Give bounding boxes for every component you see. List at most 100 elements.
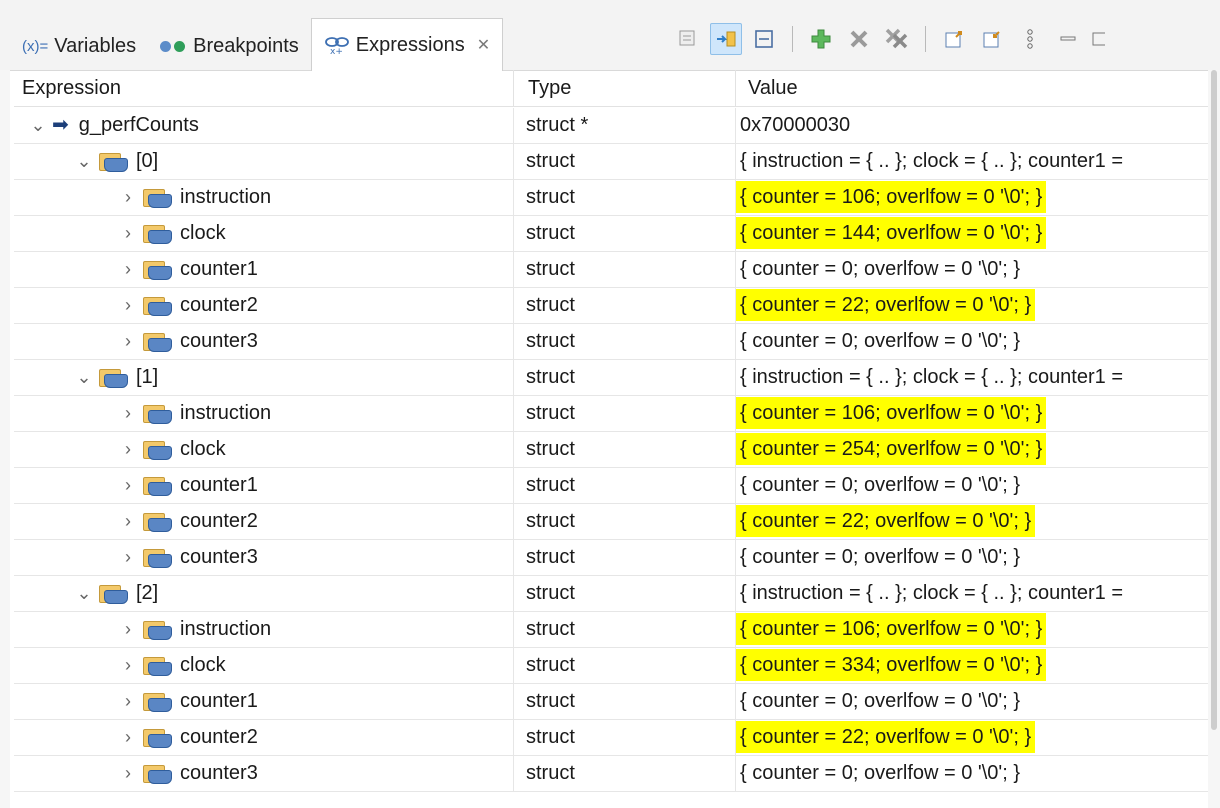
maximize-icon[interactable] (1090, 23, 1106, 55)
tab-breakpoints[interactable]: Breakpoints (148, 22, 311, 70)
type-cell: struct (514, 432, 736, 467)
import-icon[interactable] (976, 23, 1008, 55)
table-row[interactable]: ⌄ [0] struct{ instruction = { .. }; clock … (14, 144, 1210, 180)
chevron-right-icon[interactable]: › (118, 288, 138, 323)
table-row[interactable]: › instruction struct{ counter = 106; overl… (14, 180, 1210, 216)
type-cell: struct (514, 720, 736, 755)
table-row[interactable]: › counter2 struct{ counter = 22; overlfow … (14, 720, 1210, 756)
scrollbar-thumb[interactable] (1211, 70, 1217, 730)
expression-name: instruction (180, 186, 272, 208)
table-row[interactable]: › counter2 struct{ counter = 22; overlfow … (14, 288, 1210, 324)
chevron-right-icon[interactable]: › (118, 540, 138, 575)
table-row[interactable]: › counter1 struct{ counter = 0; overlfow =… (14, 468, 1210, 504)
type-cell: struct (514, 216, 736, 251)
column-type[interactable]: Type (514, 70, 736, 106)
tab-expressions[interactable]: x+ Expressions ✕ (310, 18, 504, 71)
value-text: { counter = 0; overlfow = 0 '\0'; } (740, 690, 1021, 712)
table-row[interactable]: › clock struct{ counter = 144; overlfow = … (14, 216, 1210, 252)
view-menu-icon[interactable] (1014, 23, 1046, 55)
table-row[interactable]: › counter3 struct{ counter = 0; overlfow =… (14, 756, 1210, 792)
chevron-right-icon[interactable]: › (118, 720, 138, 755)
table-row[interactable]: › counter1 struct{ counter = 0; overlfow =… (14, 684, 1210, 720)
chevron-right-icon[interactable]: › (118, 324, 138, 359)
value-text: { counter = 0; overlfow = 0 '\0'; } (740, 330, 1021, 352)
chevron-right-icon[interactable]: › (118, 396, 138, 431)
view-toolbar-area: (x)= Variables Breakpoints x+ Expression… (0, 0, 1220, 71)
struct-folder-icon (140, 763, 174, 785)
remove-all-icon[interactable] (881, 23, 913, 55)
layout-icon[interactable] (748, 23, 780, 55)
table-row[interactable]: › instruction struct{ counter = 106; overl… (14, 612, 1210, 648)
expression-name: g_perfCounts (78, 114, 199, 136)
struct-folder-icon (140, 439, 174, 461)
chevron-right-icon[interactable]: › (118, 648, 138, 683)
tab-variables[interactable]: (x)= Variables (10, 22, 148, 70)
chevron-down-icon[interactable]: ⌄ (28, 108, 48, 143)
expression-name: counter3 (180, 330, 258, 352)
add-expression-icon[interactable] (805, 23, 837, 55)
toolbar (672, 22, 1106, 56)
chevron-right-icon[interactable]: › (118, 432, 138, 467)
value-text: { counter = 0; overlfow = 0 '\0'; } (740, 762, 1021, 784)
pointer-arrow-icon: ➡ (52, 114, 69, 136)
table-row[interactable]: › instruction struct{ counter = 106; overl… (14, 396, 1210, 432)
expression-cell: ⌄ [0] (14, 144, 514, 179)
expression-cell: › counter1 (14, 684, 514, 719)
changed-value: { counter = 106; overlfow = 0 '\0'; } (736, 613, 1047, 645)
chevron-right-icon[interactable]: › (118, 180, 138, 215)
chevron-right-icon[interactable]: › (118, 252, 138, 287)
struct-folder-icon (140, 187, 174, 209)
vertical-scrollbar[interactable] (1208, 70, 1220, 808)
type-cell: struct (514, 504, 736, 539)
tab-variables-label: Variables (54, 34, 137, 57)
table-row[interactable]: › counter3 struct{ counter = 0; overlfow =… (14, 540, 1210, 576)
table-row[interactable]: › counter2 struct{ counter = 22; overlfow … (14, 504, 1210, 540)
chevron-right-icon[interactable]: › (118, 468, 138, 503)
table-row[interactable]: ⌄ [1] struct{ instruction = { .. }; clock … (14, 360, 1210, 396)
table-row[interactable]: ⌄ ➡ g_perfCounts struct * 0x70000030 (14, 108, 1210, 144)
value-text: { instruction = { .. }; clock = { .. }; … (740, 366, 1124, 388)
show-type-names-icon[interactable] (710, 23, 742, 55)
chevron-down-icon[interactable]: ⌄ (74, 360, 94, 395)
table-row[interactable]: › counter3 struct{ counter = 0; overlfow =… (14, 324, 1210, 360)
type-cell: struct (514, 396, 736, 431)
chevron-right-icon[interactable]: › (118, 216, 138, 251)
expression-name: clock (180, 438, 226, 460)
minimize-icon[interactable] (1052, 23, 1084, 55)
value-cell: { counter = 0; overlfow = 0 '\0'; } (736, 684, 1210, 719)
chevron-down-icon[interactable]: ⌄ (74, 144, 94, 179)
expression-name: [2] (136, 582, 159, 604)
expression-cell: › instruction (14, 180, 514, 215)
value-cell: { instruction = { .. }; clock = { .. }; … (736, 576, 1210, 611)
value-text: { counter = 0; overlfow = 0 '\0'; } (740, 258, 1021, 280)
chevron-right-icon[interactable]: › (118, 612, 138, 647)
expression-name: clock (180, 654, 226, 676)
table-row[interactable]: ⌄ [2] struct{ instruction = { .. }; clock … (14, 576, 1210, 612)
expression-name: counter3 (180, 546, 258, 568)
struct-folder-icon (140, 223, 174, 245)
value-text: { instruction = { .. }; clock = { .. }; … (740, 150, 1124, 172)
close-icon[interactable]: ✕ (477, 35, 490, 55)
changed-value: { counter = 22; overlfow = 0 '\0'; } (736, 721, 1036, 753)
column-expression[interactable]: Expression (14, 70, 514, 106)
remove-expression-icon[interactable] (843, 23, 875, 55)
toolbar-separator (925, 26, 926, 52)
chevron-right-icon[interactable]: › (118, 504, 138, 539)
expression-cell: › counter1 (14, 252, 514, 287)
type-cell: struct (514, 180, 736, 215)
view-tabs: (x)= Variables Breakpoints x+ Expression… (10, 14, 504, 71)
chevron-right-icon[interactable]: › (118, 756, 138, 791)
export-icon[interactable] (938, 23, 970, 55)
table-row[interactable]: › clock struct{ counter = 254; overlfow = … (14, 432, 1210, 468)
changed-value: { counter = 22; overlfow = 0 '\0'; } (736, 289, 1036, 321)
table-row[interactable]: › clock struct{ counter = 334; overlfow = … (14, 648, 1210, 684)
chevron-right-icon[interactable]: › (118, 684, 138, 719)
value-cell: { counter = 22; overlfow = 0 '\0'; } (736, 720, 1210, 755)
column-value[interactable]: Value (736, 70, 1210, 106)
value-cell: 0x70000030 (736, 108, 1210, 143)
tab-expressions-label: Expressions (355, 33, 465, 56)
collapse-all-icon[interactable] (672, 23, 704, 55)
table-row[interactable]: › counter1 struct{ counter = 0; overlfow =… (14, 252, 1210, 288)
chevron-down-icon[interactable]: ⌄ (74, 576, 94, 611)
breakpoints-icon (160, 40, 186, 52)
